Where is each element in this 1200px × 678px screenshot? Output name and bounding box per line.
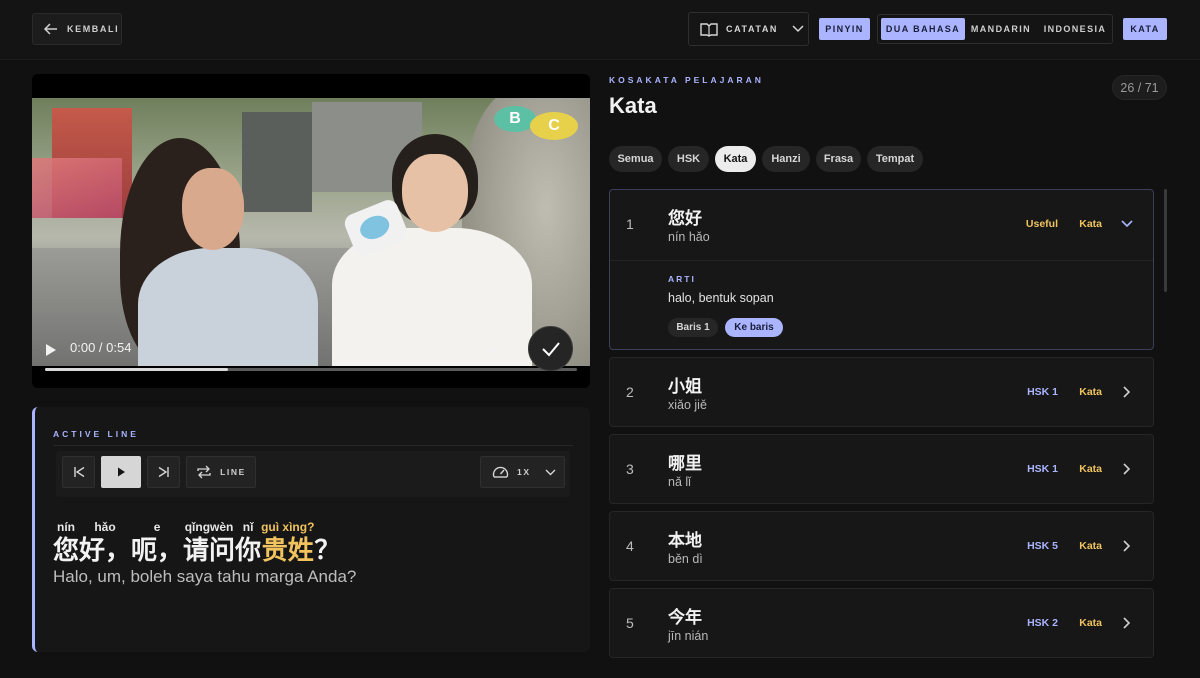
play-icon xyxy=(118,467,125,477)
vocab-number: 1 xyxy=(626,216,634,232)
video-controls: 0:00 / 0:54 xyxy=(32,336,590,388)
vocab-pinyin: jīn nián xyxy=(668,629,709,643)
volume-icon[interactable] xyxy=(484,342,500,358)
vocab-number: 2 xyxy=(626,384,634,400)
filter-hsk[interactable]: HSK xyxy=(668,146,709,172)
chevron-right-icon[interactable] xyxy=(1123,617,1131,629)
speedometer-icon xyxy=(492,466,509,478)
filter-hanzi[interactable]: Hanzi xyxy=(762,146,810,172)
bilingual-toggle[interactable]: DUA BAHASA xyxy=(881,18,965,40)
chevron-right-icon[interactable] xyxy=(1123,540,1131,552)
chevron-down-icon xyxy=(792,25,804,33)
vocab-item[interactable]: 2 小姐 xiǎo jiě HSK 1 Kata xyxy=(609,357,1154,427)
repeat-icon xyxy=(197,465,211,479)
vocab-hanzi: 小姐 xyxy=(668,377,702,396)
logo-bubble-c: C xyxy=(530,112,578,140)
line-controls: LINE 1X xyxy=(56,451,570,497)
vocab-pinyin: nǎ lǐ xyxy=(668,475,691,489)
sentence-token[interactable]: e 呃， xyxy=(131,519,183,565)
vocab-type-badge: Kata xyxy=(1079,617,1102,629)
vocab-counter: 26 / 71 xyxy=(1112,75,1167,100)
vocab-title: Kata xyxy=(609,93,657,118)
vocab-item[interactable]: 1 您好 nín hǎo Useful Kata ARTI halo, bent… xyxy=(609,189,1154,350)
indonesia-toggle[interactable]: INDONESIA xyxy=(1040,18,1110,40)
sentence-translation: Halo, um, boleh saya tahu marga Anda? xyxy=(53,567,357,586)
loop-label: LINE xyxy=(220,467,246,477)
highlighted-token[interactable]: guì xìng? 贵姓 xyxy=(261,519,314,565)
vocab-hanzi: 今年 xyxy=(668,608,702,627)
mandarin-toggle[interactable]: MANDARIN xyxy=(968,18,1034,40)
vocab-type-badge: Kata xyxy=(1079,386,1102,398)
vocab-level-badge: HSK 1 xyxy=(1027,463,1058,475)
vocab-type-badge: Kata xyxy=(1079,463,1102,475)
vocab-hanzi: 您好 xyxy=(668,209,702,228)
mark-complete-button[interactable] xyxy=(528,326,573,371)
filter-place[interactable]: Tempat xyxy=(867,146,923,172)
vocab-item[interactable]: 3 哪里 nǎ lǐ HSK 1 Kata xyxy=(609,434,1154,504)
vocab-number: 4 xyxy=(626,538,634,554)
sentence-token[interactable]: nín 您 xyxy=(53,519,79,565)
filter-word[interactable]: Kata xyxy=(715,146,756,172)
play-icon[interactable] xyxy=(44,342,58,358)
sentence-token[interactable]: qǐngwèn 请问 xyxy=(183,519,235,565)
back-button[interactable]: KEMBALI xyxy=(32,13,122,45)
vocab-type-badge: Kata xyxy=(1079,540,1102,552)
vocab-type-badge: Kata xyxy=(1079,218,1102,230)
vocab-item[interactable]: 5 今年 jīn nián HSK 2 Kata xyxy=(609,588,1154,658)
vocab-level-badge: HSK 5 xyxy=(1027,540,1058,552)
sentence-token[interactable]: nǐ 你 xyxy=(235,519,261,565)
vocab-scrollbar[interactable] xyxy=(1164,189,1167,292)
vocab-level-badge: HSK 2 xyxy=(1027,617,1058,629)
active-line-panel: ACTIVE LINE LINE 1X nín 您 hǎo 好， e 呃， qǐngw… xyxy=(32,407,590,652)
video-frame: B C xyxy=(32,98,590,366)
filter-all[interactable]: Semua xyxy=(609,146,662,172)
vocab-number: 5 xyxy=(626,615,634,631)
chevron-right-icon[interactable] xyxy=(1123,386,1131,398)
meaning-text: halo, bentuk sopan xyxy=(668,291,774,305)
vocab-level-badge: HSK 1 xyxy=(1027,386,1058,398)
video-time: 0:00 / 0:54 xyxy=(70,340,132,355)
vocab-item[interactable]: 4 本地 běn dì HSK 5 Kata xyxy=(609,511,1154,581)
playback-speed-dropdown[interactable]: 1X xyxy=(480,456,565,488)
vocab-hanzi: 本地 xyxy=(668,531,702,550)
next-line-button[interactable] xyxy=(147,456,180,488)
meaning-label: ARTI xyxy=(668,274,696,284)
book-icon xyxy=(700,22,718,37)
chevron-right-icon[interactable] xyxy=(1123,463,1131,475)
word-toggle[interactable]: KATA xyxy=(1123,18,1167,40)
loop-line-button[interactable]: LINE xyxy=(186,456,256,488)
skip-forward-icon xyxy=(158,466,169,478)
vocab-level-badge: Useful xyxy=(1025,218,1058,230)
speed-label: 1X xyxy=(517,467,531,477)
video-player[interactable]: B C 0:00 / 0:54 xyxy=(32,74,590,388)
vocab-pinyin: xiǎo jiě xyxy=(668,398,707,412)
top-bar: KEMBALI CATATAN PINYIN DUA BAHASA MANDAR… xyxy=(0,0,1200,60)
active-line-label: ACTIVE LINE xyxy=(53,429,139,439)
play-line-button[interactable] xyxy=(101,456,141,488)
sentence-token[interactable]: hǎo 好， xyxy=(79,519,131,565)
vocab-number: 3 xyxy=(626,461,634,477)
sentence-token: ？ xyxy=(314,535,341,565)
chevron-down-icon xyxy=(545,469,556,475)
back-label: KEMBALI xyxy=(67,24,120,34)
check-icon xyxy=(541,341,560,356)
video-progress-bar[interactable] xyxy=(45,368,577,371)
vocab-pinyin: nín hǎo xyxy=(668,230,710,244)
notes-label: CATATAN xyxy=(726,24,779,34)
active-sentence: nín 您 hǎo 好， e 呃， qǐngwèn 请问 nǐ 你 guì xìng? 贵姓… xyxy=(53,519,340,565)
arrow-left-icon xyxy=(43,23,57,35)
pinyin-toggle[interactable]: PINYIN xyxy=(819,18,870,40)
vocab-pinyin: běn dì xyxy=(668,552,703,566)
notes-dropdown[interactable]: CATATAN xyxy=(688,12,809,46)
vocab-list: 1 您好 nín hǎo Useful Kata ARTI halo, bent… xyxy=(609,189,1155,678)
video-progress-fill xyxy=(45,368,228,371)
skip-back-icon xyxy=(73,466,84,478)
go-to-line-button[interactable]: Ke baris xyxy=(725,318,783,337)
line-reference-chip: Baris 1 xyxy=(668,318,718,337)
chevron-down-icon[interactable] xyxy=(1121,220,1133,228)
vocab-hanzi: 哪里 xyxy=(668,454,702,473)
filter-phrase[interactable]: Frasa xyxy=(816,146,861,172)
vocab-eyebrow: KOSAKATA PELAJARAN xyxy=(609,75,764,85)
previous-line-button[interactable] xyxy=(62,456,95,488)
